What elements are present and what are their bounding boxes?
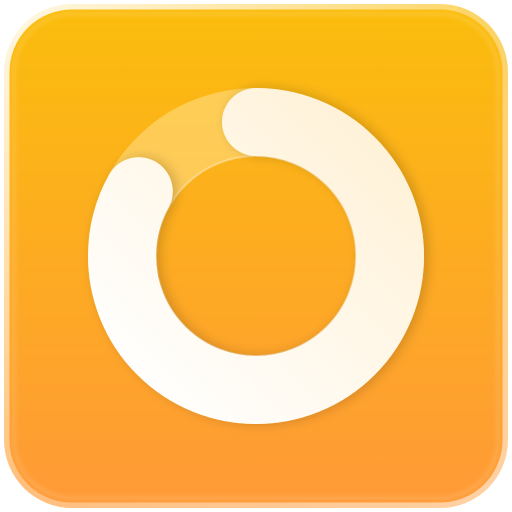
app-icon [0,0,512,512]
progress-ring-icon [2,2,510,510]
icon-background [4,4,508,508]
